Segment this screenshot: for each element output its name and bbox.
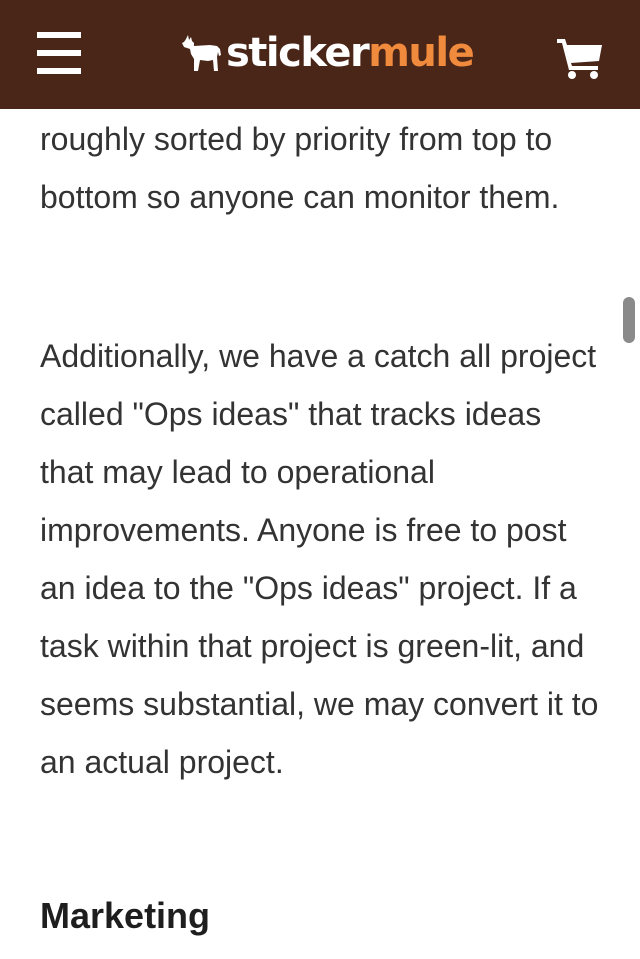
section-heading: Marketing	[40, 895, 211, 936]
article-paragraph: Additionally, we have a catch all projec…	[40, 338, 599, 780]
hamburger-menu-icon[interactable]	[37, 32, 81, 74]
scrollbar-thumb[interactable]	[623, 297, 635, 343]
brand-wordmark: stickermule	[226, 28, 475, 78]
mule-icon	[182, 35, 221, 71]
brand-part-sticker: sticker	[226, 30, 370, 76]
top-nav-bar: stickermule	[0, 0, 640, 109]
article-paragraph: roughly sorted by priority from top to b…	[40, 121, 560, 215]
brand-part-mule: mule	[368, 30, 475, 76]
menu-line	[37, 68, 81, 74]
menu-line	[37, 50, 81, 56]
menu-line	[37, 32, 81, 38]
shopping-cart-icon[interactable]	[555, 36, 605, 80]
stickermule-logo[interactable]: stickermule	[180, 28, 475, 78]
